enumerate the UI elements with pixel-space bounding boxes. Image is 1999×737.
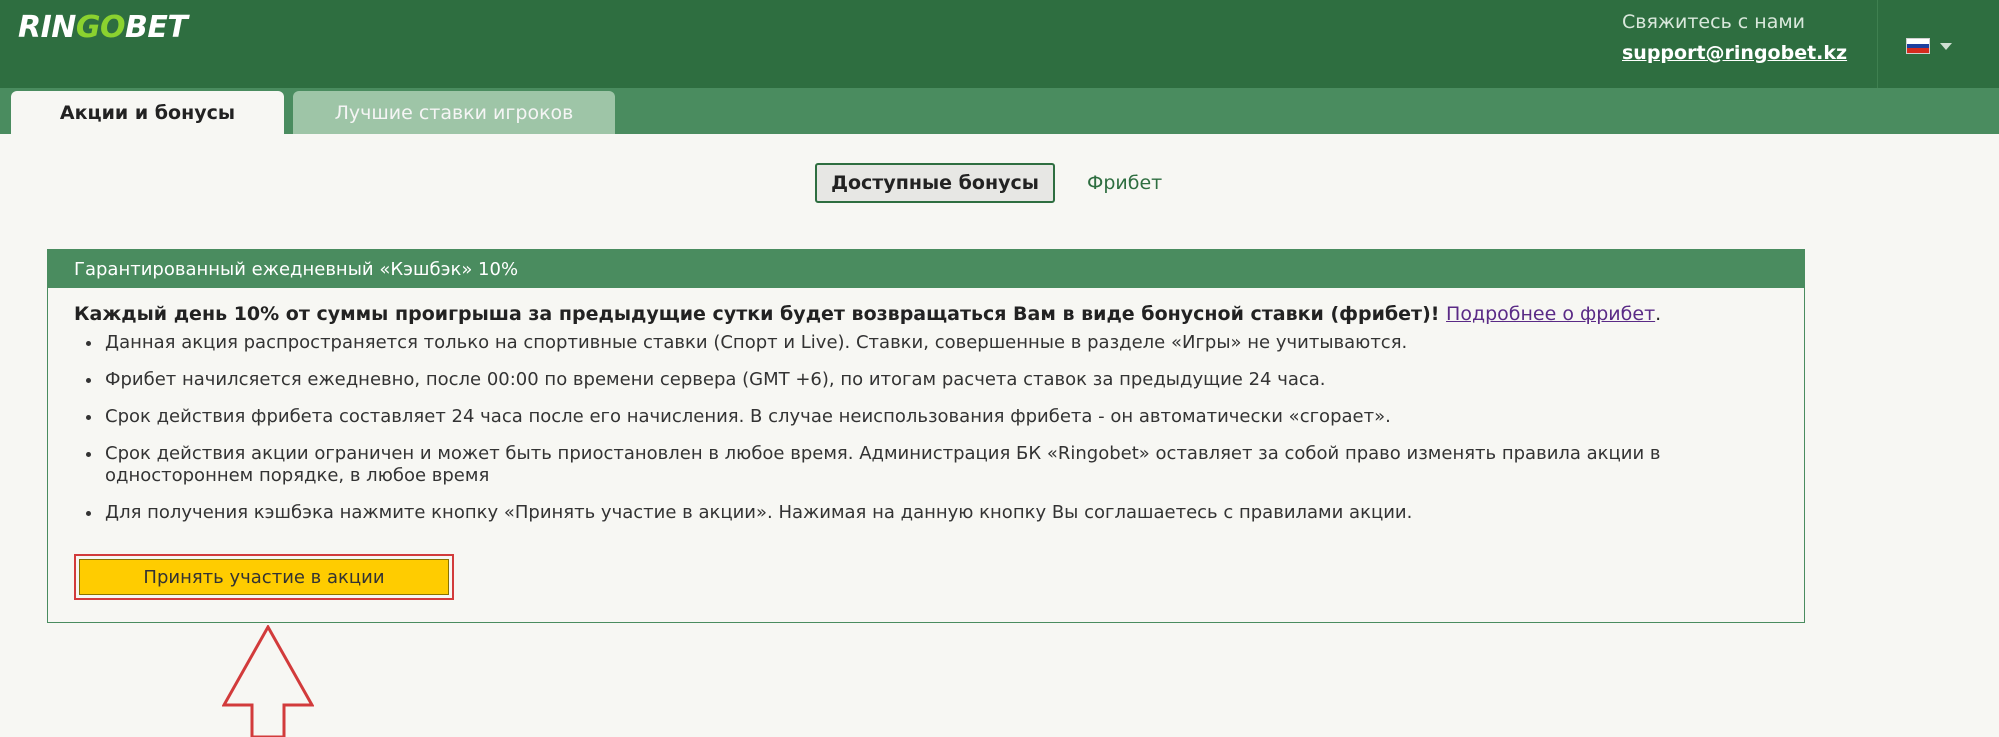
cashback-promo-card: Гарантированный ежедневный «Кэшбэк» 10% … bbox=[47, 249, 1805, 623]
header-divider bbox=[1877, 0, 1878, 88]
tab-promotions[interactable]: Акции и бонусы bbox=[11, 91, 284, 134]
promo-title: Гарантированный ежедневный «Кэшбэк» 10% bbox=[48, 250, 1804, 288]
list-item: Данная акция распространяется только на … bbox=[103, 332, 1778, 354]
russia-flag-icon bbox=[1906, 38, 1930, 54]
bonus-subtabs: Доступные бонусы Фрибет bbox=[815, 163, 1162, 203]
main-tabbar: Акции и бонусы Лучшие ставки игроков bbox=[0, 88, 1999, 134]
tab-best-bets[interactable]: Лучшие ставки игроков bbox=[293, 91, 615, 134]
join-promo-button[interactable]: Принять участие в акции bbox=[79, 559, 449, 595]
contact-label: Свяжитесь с нами bbox=[1622, 11, 1806, 33]
subtab-freebet[interactable]: Фрибет bbox=[1087, 172, 1162, 194]
subtab-available-bonuses[interactable]: Доступные бонусы bbox=[815, 163, 1055, 203]
language-selector[interactable] bbox=[1906, 37, 1952, 55]
freebet-details-link[interactable]: Подробнее о фрибет bbox=[1446, 303, 1655, 325]
list-item: Срок действия фрибета составляет 24 часа… bbox=[103, 406, 1778, 428]
site-header: RINGOBET Свяжитесь с нами support@ringob… bbox=[0, 0, 1999, 88]
list-item: Срок действия акции ограничен и может бы… bbox=[103, 443, 1778, 487]
arrow-up-icon bbox=[222, 625, 314, 737]
ringobet-logo[interactable]: RINGOBET bbox=[18, 10, 188, 45]
support-email-link[interactable]: support@ringobet.kz bbox=[1622, 36, 1847, 70]
promo-rules-list: Данная акция распространяется только на … bbox=[74, 332, 1778, 524]
promo-lead-text: Каждый день 10% от суммы проигрыша за пр… bbox=[74, 303, 1440, 325]
cta-highlight-box: Принять участие в акции bbox=[74, 554, 454, 600]
list-item: Для получения кэшбэка нажмите кнопку «Пр… bbox=[103, 502, 1778, 524]
list-item: Фрибет начилсяется ежедневно, после 00:0… bbox=[103, 369, 1778, 391]
promo-lead: Каждый день 10% от суммы проигрыша за пр… bbox=[74, 303, 1662, 325]
promo-body: Каждый день 10% от суммы проигрыша за пр… bbox=[48, 288, 1804, 524]
contact-block: Свяжитесь с нами support@ringobet.kz bbox=[1622, 8, 1857, 70]
chevron-down-icon bbox=[1940, 42, 1952, 50]
